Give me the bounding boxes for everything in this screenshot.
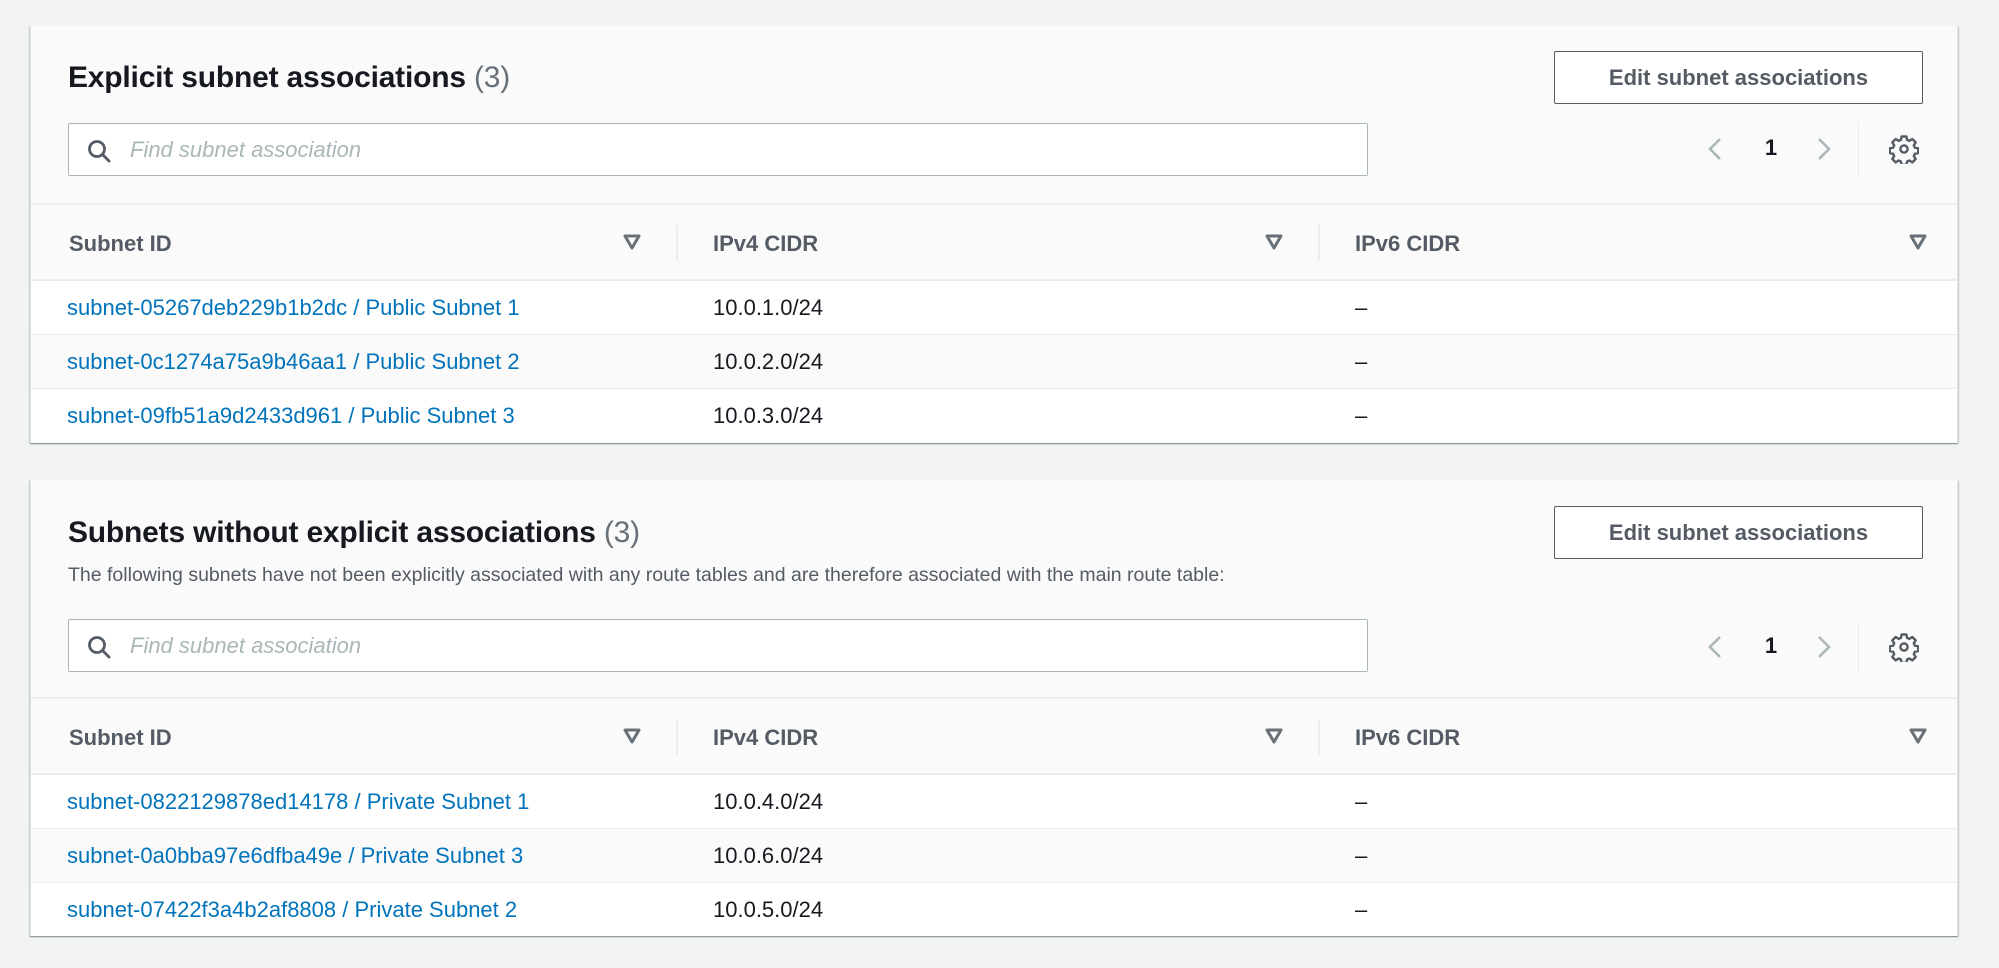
search-box[interactable]	[68, 619, 1368, 672]
table-header: Subnet ID IPv4 CIDR IPv6 CIDR	[31, 699, 1957, 775]
ipv6-cidr-cell: –	[1355, 295, 1368, 320]
column-divider[interactable]	[676, 225, 678, 261]
column-label: Subnet ID	[69, 725, 172, 750]
column-header-subnet-id[interactable]: Subnet ID	[31, 205, 676, 279]
subnet-id-cell: subnet-0a0bba97e6dfba49e / Private Subne…	[67, 829, 523, 883]
subnet-link[interactable]: subnet-0822129878ed14178 / Private Subne…	[67, 789, 529, 814]
column-header-ipv4-cidr[interactable]: IPv4 CIDR	[676, 699, 1319, 773]
table-row: subnet-07422f3a4b2af8808 / Private Subne…	[31, 883, 1957, 936]
edit-subnet-associations-button[interactable]: Edit subnet associations	[1554, 506, 1923, 559]
pagination: 1	[1701, 123, 1951, 177]
subnet-id-cell: subnet-07422f3a4b2af8808 / Private Subne…	[67, 883, 517, 937]
subnet-id-cell: subnet-0822129878ed14178 / Private Subne…	[67, 775, 529, 829]
panel-title: Explicit subnet associations (3)	[68, 61, 510, 95]
subnet-link[interactable]: subnet-0a0bba97e6dfba49e / Private Subne…	[67, 843, 523, 868]
pagination-divider	[1858, 123, 1859, 177]
search-box[interactable]	[68, 123, 1368, 176]
ipv4-cidr-cell: 10.0.5.0/24	[713, 897, 824, 922]
column-header-ipv6-cidr[interactable]: IPv6 CIDR	[1318, 699, 1959, 773]
column-label: IPv6 CIDR	[1355, 725, 1461, 750]
page-number[interactable]: 1	[1759, 135, 1783, 161]
column-header-ipv6-cidr[interactable]: IPv6 CIDR	[1318, 205, 1959, 279]
sort-caret-down-icon[interactable]	[1265, 234, 1283, 250]
column-divider[interactable]	[1318, 719, 1320, 755]
ipv6-cidr-cell: –	[1355, 789, 1368, 814]
table-header: Subnet ID IPv4 CIDR IPv6 CIDR	[31, 205, 1957, 281]
ipv6-cidr-cell: –	[1355, 897, 1368, 922]
subnet-table: Subnet ID IPv4 CIDR IPv6 CIDR subnet-082…	[31, 699, 1957, 936]
pagination-divider	[1858, 621, 1859, 675]
pagination: 1	[1701, 621, 1951, 675]
panel-title: Subnets without explicit associations (3…	[68, 516, 640, 550]
search-input[interactable]	[130, 124, 1350, 175]
subnet-table: Subnet ID IPv4 CIDR IPv6 CIDR subnet-052…	[31, 205, 1957, 442]
explicit-subnet-associations-panel: Explicit subnet associations (3) Edit su…	[30, 26, 1958, 443]
table-row: subnet-0c1274a75a9b46aa1 / Public Subnet…	[31, 335, 1957, 389]
panel-title-text: Explicit subnet associations	[68, 61, 466, 94]
column-header-subnet-id[interactable]: Subnet ID	[31, 699, 676, 773]
panel-count: (3)	[603, 516, 640, 549]
edit-subnet-associations-button[interactable]: Edit subnet associations	[1554, 51, 1923, 104]
ipv4-cidr-cell: 10.0.2.0/24	[713, 349, 824, 374]
chevron-left-icon[interactable]	[1702, 633, 1730, 661]
table-body: subnet-05267deb229b1b2dc / Public Subnet…	[31, 281, 1957, 442]
sort-caret-down-icon[interactable]	[623, 728, 641, 744]
subnet-id-cell: subnet-09fb51a9d2433d961 / Public Subnet…	[67, 389, 515, 443]
chevron-left-icon[interactable]	[1702, 135, 1730, 163]
gear-icon[interactable]	[1889, 134, 1919, 164]
sort-caret-down-icon[interactable]	[623, 234, 641, 250]
ipv4-cidr-cell: 10.0.4.0/24	[713, 789, 824, 814]
sort-caret-down-icon[interactable]	[1909, 234, 1927, 250]
table-body: subnet-0822129878ed14178 / Private Subne…	[31, 775, 1957, 936]
panel-count: (3)	[474, 61, 511, 94]
subnet-id-cell: subnet-0c1274a75a9b46aa1 / Public Subnet…	[67, 335, 520, 389]
column-divider[interactable]	[676, 719, 678, 755]
subnet-link[interactable]: subnet-09fb51a9d2433d961 / Public Subnet…	[67, 403, 515, 428]
search-icon	[88, 636, 111, 659]
ipv6-cidr-cell: –	[1355, 403, 1368, 428]
column-divider[interactable]	[1318, 225, 1320, 261]
subnet-link[interactable]: subnet-05267deb229b1b2dc / Public Subnet…	[67, 295, 520, 320]
sort-caret-down-icon[interactable]	[1265, 728, 1283, 744]
ipv4-cidr-cell: 10.0.6.0/24	[713, 843, 824, 868]
subnet-id-cell: subnet-05267deb229b1b2dc / Public Subnet…	[67, 281, 520, 335]
ipv4-cidr-cell: 10.0.1.0/24	[713, 295, 824, 320]
table-row: subnet-0822129878ed14178 / Private Subne…	[31, 775, 1957, 829]
sort-caret-down-icon[interactable]	[1909, 728, 1927, 744]
panel-title-text: Subnets without explicit associations	[68, 516, 596, 549]
search-input[interactable]	[130, 620, 1350, 671]
column-label: IPv4 CIDR	[713, 231, 819, 256]
table-row: subnet-05267deb229b1b2dc / Public Subnet…	[31, 281, 1957, 335]
column-label: IPv6 CIDR	[1355, 231, 1461, 256]
search-icon	[88, 140, 111, 163]
ipv4-cidr-cell: 10.0.3.0/24	[713, 403, 824, 428]
subnet-link[interactable]: subnet-0c1274a75a9b46aa1 / Public Subnet…	[67, 349, 520, 374]
gear-icon[interactable]	[1889, 632, 1919, 662]
subnets-without-explicit-associations-panel: Subnets without explicit associations (3…	[30, 480, 1958, 936]
panel-description: The following subnets have not been expl…	[68, 564, 1225, 586]
column-header-ipv4-cidr[interactable]: IPv4 CIDR	[676, 205, 1319, 279]
ipv6-cidr-cell: –	[1355, 843, 1368, 868]
chevron-right-icon[interactable]	[1809, 135, 1837, 163]
subnet-link[interactable]: subnet-07422f3a4b2af8808 / Private Subne…	[67, 897, 517, 922]
ipv6-cidr-cell: –	[1355, 349, 1368, 374]
chevron-right-icon[interactable]	[1809, 633, 1837, 661]
column-label: IPv4 CIDR	[713, 725, 819, 750]
column-label: Subnet ID	[69, 231, 172, 256]
table-row: subnet-09fb51a9d2433d961 / Public Subnet…	[31, 389, 1957, 442]
table-row: subnet-0a0bba97e6dfba49e / Private Subne…	[31, 829, 1957, 883]
page-number[interactable]: 1	[1759, 633, 1783, 659]
